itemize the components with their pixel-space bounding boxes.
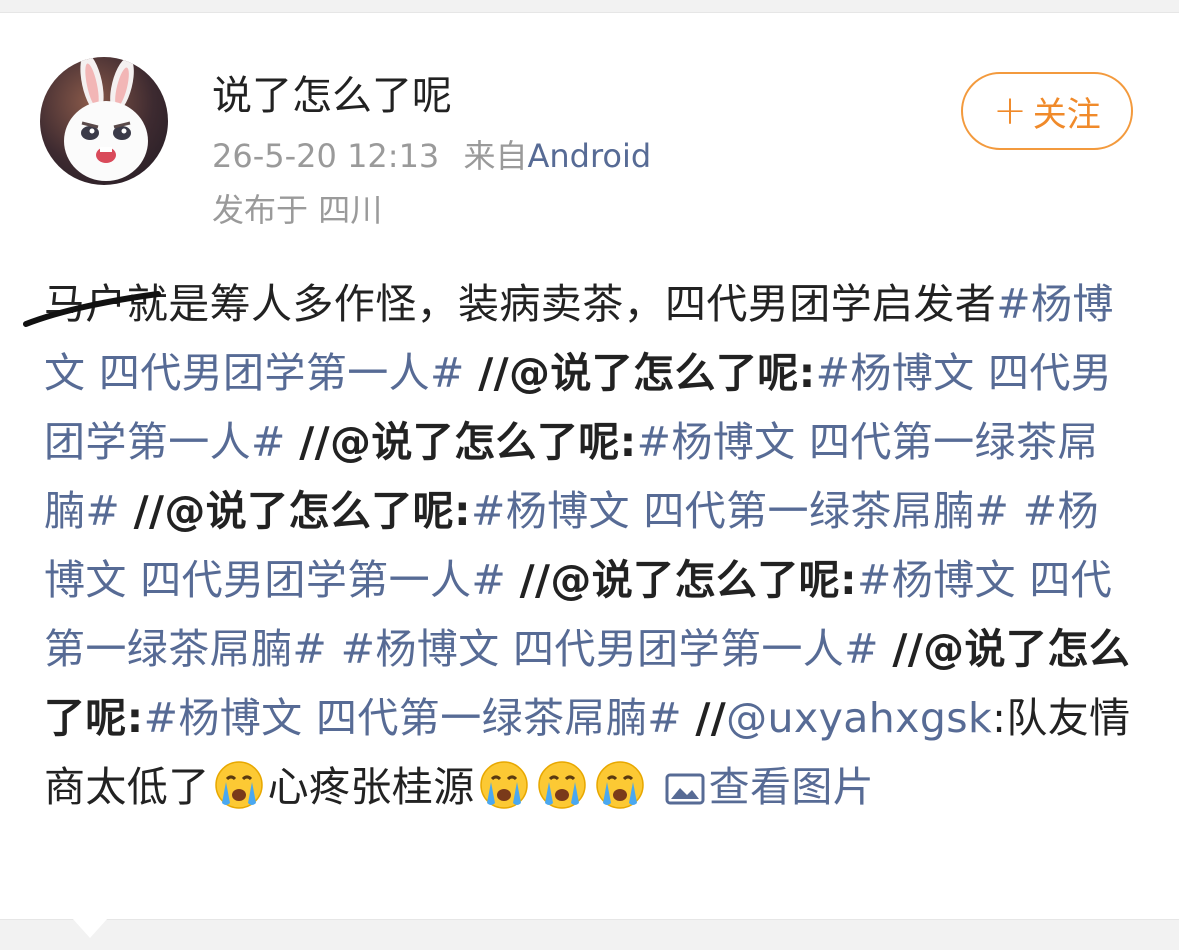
avatar[interactable] [40,57,168,185]
username[interactable]: 说了怎么了呢 [212,70,452,122]
post-location: 发布于 四川 [212,190,382,230]
user-mention[interactable]: @uxyahxgsk [726,694,992,742]
weibo-post-page: 说了怎么了呢 26-5-20 12:13 来自Android 发布于 四川 + … [0,0,1179,950]
top-divider [0,0,1179,13]
from-label: 来自 [463,137,528,175]
repost-mention[interactable]: //@说了怎么了呢: [478,349,815,397]
topic-tag[interactable]: #杨博文 四代男团学第一人# [341,625,879,673]
repost-mention[interactable]: //@说了怎么了呢: [520,556,857,604]
plus-icon: + [993,88,1027,134]
location-value: 四川 [318,191,383,229]
repost-mention-text: //@说了怎么了呢: [299,418,637,466]
pointer-notch [72,918,108,938]
repost-mention-text: //@说了怎么了呢: [133,487,471,535]
location-label: 发布于 [212,191,309,229]
crying-face-icon [536,759,588,811]
struck-text-label: 马户 [44,280,127,328]
follow-button[interactable]: + 关注 [961,72,1133,150]
bottom-divider [0,919,1179,950]
tail-text: 心疼张桂源 [267,763,475,811]
follow-label: 关注 [1032,94,1101,135]
repost-mention-text: //@说了怎么了呢: [478,349,816,397]
bunny-avatar-icon [64,57,148,181]
topic-tag[interactable]: #杨博文 四代第一绿茶屌腩# [144,694,682,742]
repost-mention[interactable]: //@说了怎么了呢: [134,487,471,535]
crying-face-icon [478,759,530,811]
struck-text: 马户 [23,270,161,339]
repost-mention[interactable]: //@说了怎么了呢: [299,418,636,466]
topic-tag[interactable]: #杨博文 四代第一绿茶屌腩# [471,487,1009,535]
post-meta: 26-5-20 12:13 来自Android [212,136,651,176]
crying-face-icon [213,759,265,811]
image-icon [665,773,705,805]
timestamp: 26-5-20 12:13 [212,137,440,175]
intro-text: 就是筹人多作怪，装病卖茶，四代男团学启发者 [126,280,997,328]
view-image-link[interactable]: 查看图片 [709,763,875,811]
mention-colon: : [992,694,1007,742]
repost-prefix: // [695,694,727,742]
crying-face-icon [594,759,646,811]
source-link[interactable]: Android [527,137,651,175]
repost-mention-text: //@说了怎么了呢: [519,556,857,604]
post-body: 马户 就是筹人多作怪，装病卖茶，四代男团学启发者 #杨博文 四代男团学第一人# //… [23,270,1136,822]
